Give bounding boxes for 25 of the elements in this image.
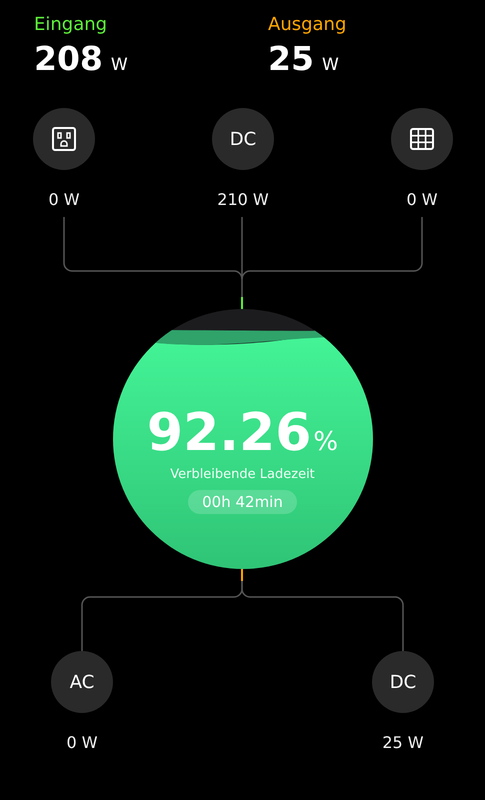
- output-port-button[interactable]: DC: [372, 651, 434, 713]
- node-label: DC: [230, 128, 256, 150]
- input-reading: 0 W: [48, 190, 80, 209]
- node-label: AC: [70, 672, 94, 692]
- power-value: 25: [268, 39, 314, 78]
- output-reading: 0 W: [66, 733, 98, 752]
- summary-label: Ausgang: [268, 14, 348, 35]
- power-value: 208: [34, 39, 103, 78]
- remaining-time-caption: Verbleibende Ladezeit: [170, 466, 315, 482]
- node-label: DC: [390, 672, 416, 692]
- unit-label: W: [110, 55, 128, 75]
- charge-percent: 92.26: [146, 402, 312, 462]
- percent-sign: %: [313, 426, 338, 456]
- outlet-icon: [51, 126, 77, 152]
- input-reading: 210 W: [217, 190, 269, 209]
- summary-label: Eingang: [34, 14, 108, 35]
- flow-indicator: [241, 297, 243, 309]
- flow-indicator: [241, 569, 243, 581]
- input-source-button[interactable]: DC: [212, 108, 274, 170]
- remaining-time-badge: 00h 42min: [188, 490, 297, 514]
- output-port-button[interactable]: AC: [51, 651, 113, 713]
- input-reading: 0 W: [406, 190, 438, 209]
- output-reading: 25 W: [382, 733, 424, 752]
- solar-panel-icon: [409, 126, 435, 152]
- unit-label: W: [322, 55, 339, 75]
